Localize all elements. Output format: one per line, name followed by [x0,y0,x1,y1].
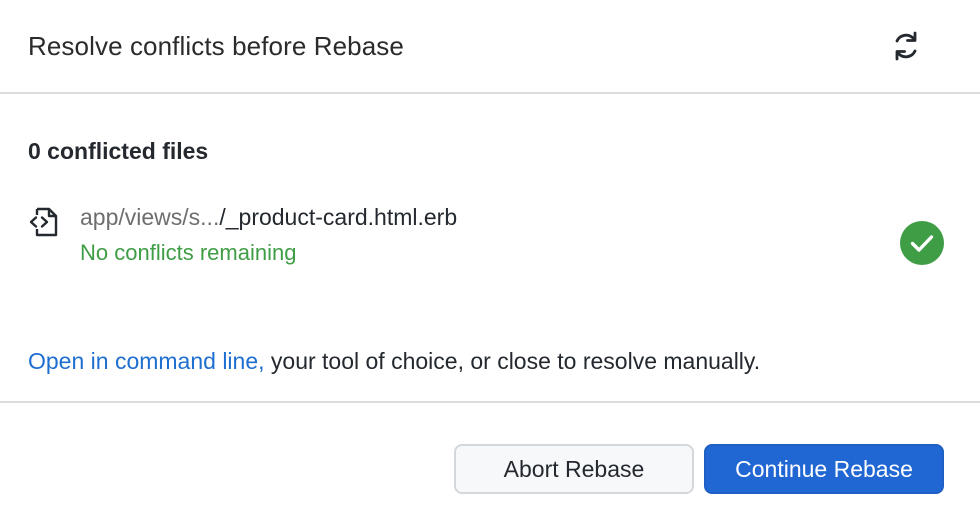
dialog-header: Resolve conflicts before Rebase [0,0,980,94]
abort-rebase-button[interactable]: Abort Rebase [454,444,694,494]
dialog-footer: Abort Rebase Continue Rebase [0,403,980,526]
open-in-command-line-link[interactable]: Open in command line, [28,348,265,374]
conflict-count: 0 conflicted files [28,138,209,164]
continue-rebase-button[interactable]: Continue Rebase [704,444,944,494]
file-path: app/views/s.../_product-card.html.erb [80,203,457,231]
dialog-body: 0 conflicted files app/views/s.../_produ… [0,94,980,403]
file-path-name: /_product-card.html.erb [219,204,458,230]
file-path-dir: app/views/s... [80,204,220,230]
dialog-title: Resolve conflicts before Rebase [28,30,404,61]
file-code-icon [29,207,58,237]
help-text-rest: your tool of choice, or close to resolve… [264,348,761,374]
refresh-button[interactable] [886,26,926,66]
help-text: Open in command line, your tool of choic… [28,348,760,375]
file-row: app/views/s.../_product-card.html.erb No… [28,203,944,267]
refresh-icon [895,31,917,61]
file-status: No conflicts remaining [80,240,297,265]
resolve-conflicts-dialog: Resolve conflicts before Rebase 0 confli… [0,0,980,526]
file-info: app/views/s.../_product-card.html.erb No… [80,203,457,267]
check-circle-icon [900,221,944,265]
